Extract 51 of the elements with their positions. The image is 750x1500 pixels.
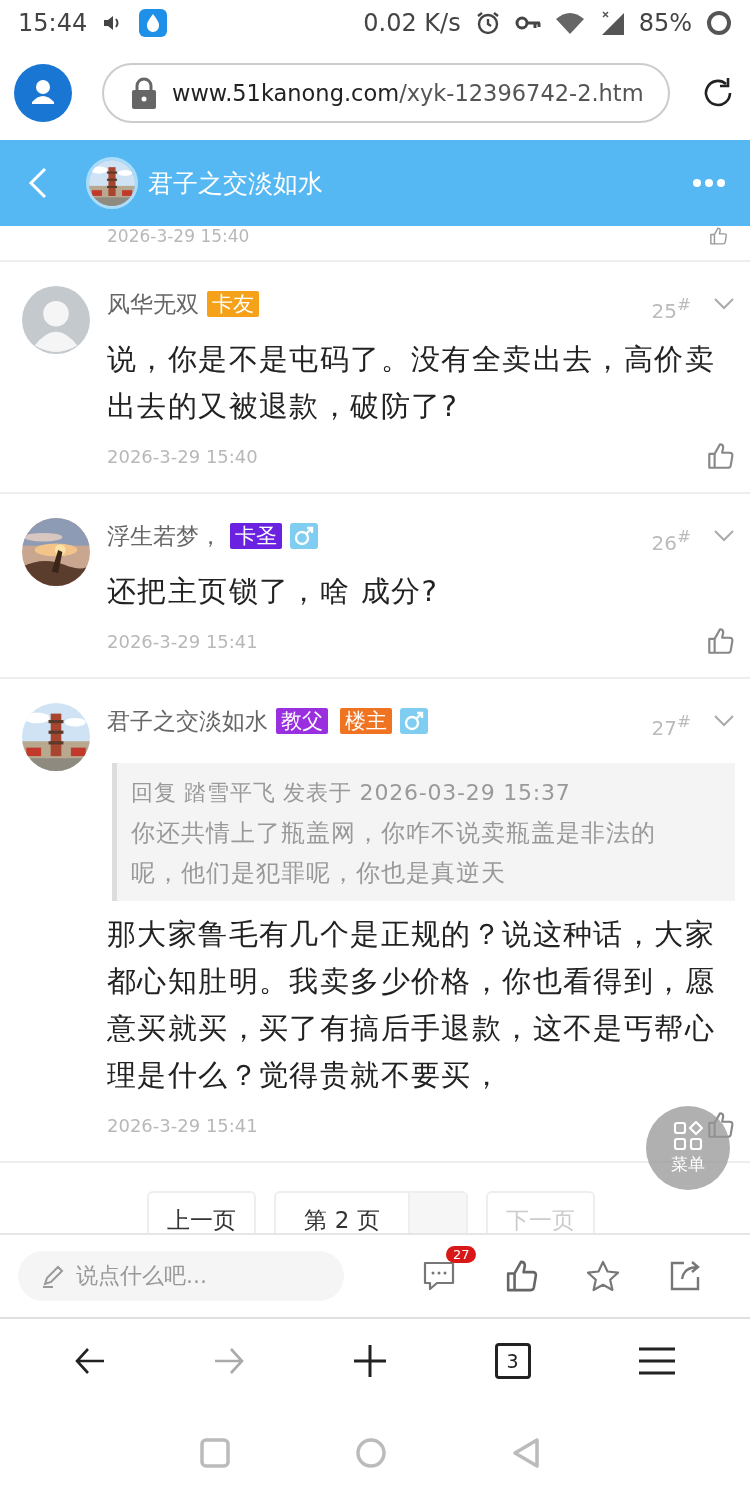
username: 风华无双 <box>107 289 199 319</box>
home-icon[interactable] <box>356 1438 386 1468</box>
floor-number: 25$^{#}$ <box>651 295 691 323</box>
battery-icon <box>706 9 732 36</box>
more-icon[interactable] <box>692 178 726 188</box>
droplet-app-icon <box>139 8 168 37</box>
star-icon[interactable] <box>584 1259 621 1293</box>
username: 浮生若梦， <box>107 521 222 551</box>
battery-level: 85% <box>638 8 692 37</box>
clock-time: 15:44 <box>18 8 88 37</box>
wifi-icon <box>554 10 585 35</box>
post-time: 2026-3-29 15:41 <box>107 1114 258 1136</box>
post-time: 2026-3-29 15:40 <box>107 445 258 467</box>
network-speed: 0.02 K/s <box>363 8 461 37</box>
quote-text: 你还共情上了瓶盖网，你咋不说卖瓶盖是非法的呢，他们是犯罪呢，你也是真逆天 <box>131 818 657 889</box>
chevron-down-icon[interactable] <box>713 529 735 543</box>
plus-icon[interactable] <box>353 1344 387 1378</box>
comment-icon[interactable] <box>421 1260 456 1292</box>
like-icon[interactable] <box>705 441 735 471</box>
back-icon[interactable] <box>512 1437 540 1469</box>
comment-text: 还把主页锁了，啥 成分? <box>107 573 440 610</box>
chevron-down-icon[interactable] <box>713 297 735 311</box>
tab-count[interactable]: 3 <box>494 1343 531 1379</box>
user-badge: 教父 <box>276 708 328 734</box>
back-arrow-icon[interactable] <box>73 1347 106 1375</box>
floor-number: 27$^{#}$ <box>651 712 691 740</box>
like-icon[interactable] <box>708 226 728 246</box>
comment-text: 那大家鲁毛有几个是正规的？说这种话，大家都心知肚明。我卖多少价格，你也看得到，愿意买就买，买了有搞后手退款，这不是丐帮心理是什么？觉得贵就不要买， <box>107 916 716 1094</box>
comment-count-badge: 27 <box>445 1246 477 1263</box>
chevron-down-icon[interactable] <box>713 714 735 728</box>
post-time: 2026-3-29 15:40 <box>107 226 250 246</box>
url-text: www.51kanong.com/xyk-12396742-2.htm <box>172 79 644 106</box>
grid-icon <box>673 1120 703 1151</box>
account-icon[interactable] <box>14 63 72 122</box>
share-icon[interactable] <box>668 1259 702 1293</box>
menu-icon[interactable] <box>638 1347 677 1375</box>
address-bar[interactable]: www.51kanong.com/xyk-12396742-2.htm <box>102 62 670 123</box>
recents-icon[interactable] <box>200 1438 230 1468</box>
comment-text: 说，你是不是屯码了。没有全卖出去，高价卖出去的又被退款，破防了? <box>107 341 716 425</box>
like-icon[interactable] <box>705 626 735 656</box>
lock-icon <box>130 76 158 109</box>
post-time: 2026-3-29 15:41 <box>107 630 258 652</box>
pencil-icon <box>40 1263 66 1289</box>
user-badge: 楼主 <box>340 708 392 734</box>
floor-number: 26$^{#}$ <box>651 527 691 555</box>
avatar-icon <box>22 286 90 354</box>
quote-header: 回复 踏雪平飞 发表于 2026-03-29 15:37 <box>131 779 572 807</box>
user-badge: 卡友 <box>207 291 259 317</box>
header-title: 君子之交淡如水 <box>148 167 324 200</box>
username: 君子之交淡如水 <box>107 706 268 736</box>
user-badge: 卡圣 <box>230 523 282 549</box>
